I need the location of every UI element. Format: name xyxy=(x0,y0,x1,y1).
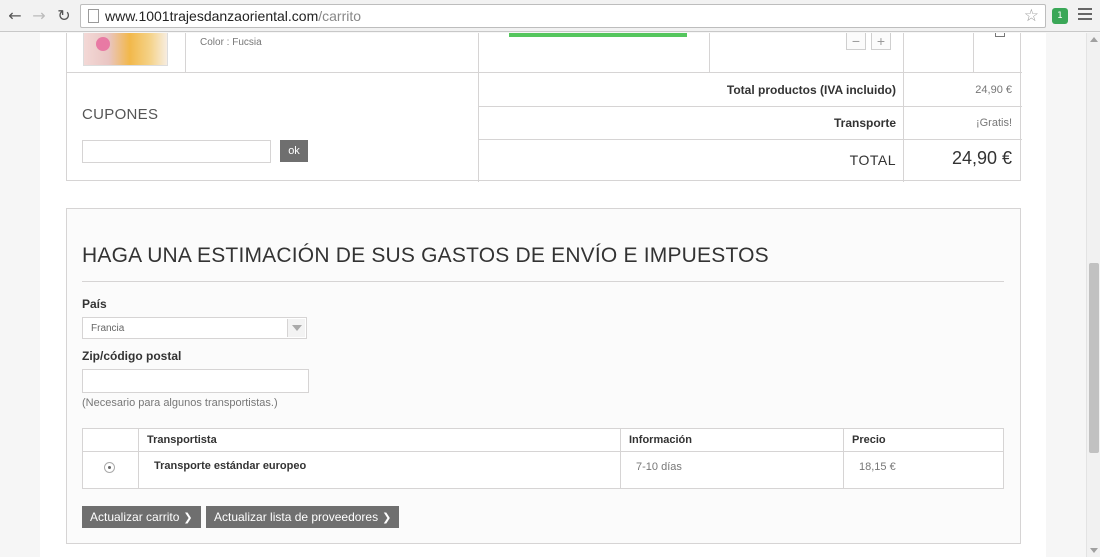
update-cart-label: Actualizar carrito xyxy=(90,510,180,524)
hamburger-menu-icon[interactable] xyxy=(1078,8,1092,22)
url-path: /carrito xyxy=(318,8,362,24)
carriers-table: Transportista Información Precio Transpo… xyxy=(82,428,1004,489)
coupon-input[interactable] xyxy=(82,140,271,163)
carrier-info: 7-10 días xyxy=(636,461,682,473)
total-value: 24,90 € xyxy=(951,148,1012,168)
shipping-estimate-panel: HAGA UNA ESTIMACIÓN DE SUS GASTOS DE ENV… xyxy=(66,208,1021,544)
scrollbar-thumb[interactable] xyxy=(1089,263,1099,453)
coupon-ok-button[interactable]: ok xyxy=(280,140,308,162)
vertical-scrollbar[interactable] xyxy=(1086,33,1100,557)
browser-toolbar: ← → ↻ www.1001trajesdanzaoriental.com/ca… xyxy=(0,0,1100,32)
product-color: Color : Fucsia xyxy=(200,37,262,48)
carrier-price: 18,15 € xyxy=(859,461,896,473)
extension-icon[interactable]: 1 xyxy=(1052,8,1068,24)
product-thumbnail[interactable] xyxy=(83,33,168,66)
update-carriers-label: Actualizar lista de proveedores xyxy=(214,510,379,524)
page-icon xyxy=(88,9,99,23)
information-header: Información xyxy=(629,434,692,446)
zip-input[interactable] xyxy=(82,369,309,393)
divider xyxy=(82,281,1004,282)
country-select-value: Francia xyxy=(91,323,125,334)
product-availability-bar xyxy=(509,33,687,37)
zip-help-text: (Necesario para algunos transportistas.) xyxy=(82,397,278,409)
star-icon[interactable]: ☆ xyxy=(1024,6,1039,26)
url-host: www.1001trajesdanzaoriental.com xyxy=(105,8,319,24)
price-header: Precio xyxy=(852,434,886,446)
trash-icon[interactable] xyxy=(995,33,1005,37)
chevron-down-icon[interactable] xyxy=(287,319,305,337)
total-products-label: Total productos (IVA incluido) xyxy=(726,83,896,97)
chevron-right-icon: ❯ xyxy=(382,511,392,524)
address-bar[interactable]: www.1001trajesdanzaoriental.com/carrito … xyxy=(80,4,1046,28)
forward-arrow-icon[interactable]: → xyxy=(30,6,48,26)
shipping-estimate-title: HAGA UNA ESTIMACIÓN DE SUS GASTOS DE ENV… xyxy=(82,244,769,267)
shipping-value: ¡Gratis! xyxy=(975,117,1012,129)
page-viewport: Color : Fucsia − + CUPONES ok Total prod… xyxy=(0,33,1086,557)
url-text[interactable]: www.1001trajesdanzaoriental.com/carrito xyxy=(105,8,361,24)
coupons-title: CUPONES xyxy=(82,106,159,123)
chevron-right-icon: ❯ xyxy=(183,511,193,524)
total-products-value: 24,90 € xyxy=(975,84,1012,96)
scroll-down-icon[interactable] xyxy=(1090,548,1098,553)
update-carriers-button[interactable]: Actualizar lista de proveedores ❯ xyxy=(206,506,400,528)
quantity-increase-button[interactable]: + xyxy=(871,33,891,50)
reload-icon[interactable]: ↻ xyxy=(55,6,73,26)
total-label: TOTAL xyxy=(849,152,896,168)
zip-label: Zip/código postal xyxy=(82,349,182,363)
country-select[interactable]: Francia xyxy=(82,317,307,339)
back-arrow-icon[interactable]: ← xyxy=(6,6,24,26)
update-cart-button[interactable]: Actualizar carrito ❯ xyxy=(82,506,201,528)
cart-summary-table: Color : Fucsia − + CUPONES ok Total prod… xyxy=(66,33,1022,182)
carrier-header: Transportista xyxy=(147,434,217,446)
country-label: País xyxy=(82,297,107,311)
shipping-label: Transporte xyxy=(833,116,896,130)
carrier-name: Transporte estándar europeo xyxy=(154,460,307,472)
carrier-radio[interactable] xyxy=(104,462,115,473)
scroll-up-icon[interactable] xyxy=(1090,37,1098,42)
quantity-decrease-button[interactable]: − xyxy=(846,33,866,50)
